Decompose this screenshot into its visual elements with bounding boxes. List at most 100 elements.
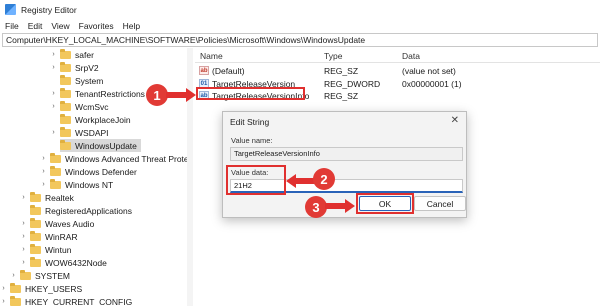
annotation-arrow-icon bbox=[325, 199, 355, 213]
tree-item[interactable]: › SYSTEM bbox=[10, 269, 70, 282]
column-header-type[interactable]: Type bbox=[324, 51, 342, 61]
value-data: 0x00000001 (1) bbox=[402, 79, 462, 89]
chevron-right-icon[interactable]: › bbox=[0, 297, 7, 306]
folder-icon bbox=[60, 74, 71, 85]
folder-icon bbox=[60, 87, 71, 98]
close-icon[interactable]: ✕ bbox=[451, 115, 459, 126]
folder-icon bbox=[60, 61, 71, 72]
chevron-right-icon[interactable]: › bbox=[20, 232, 27, 241]
value-row[interactable]: ab (Default) REG_SZ (value not set) bbox=[195, 64, 600, 77]
folder-icon bbox=[10, 282, 21, 293]
column-header-name[interactable]: Name bbox=[200, 51, 223, 61]
folder-icon bbox=[50, 165, 61, 176]
value-name-label: Value name: bbox=[231, 136, 273, 145]
chevron-right-icon[interactable]: › bbox=[50, 89, 57, 98]
folder-icon bbox=[50, 178, 61, 189]
tree-item[interactable]: › WcmSvc bbox=[50, 100, 109, 113]
chevron-right-icon[interactable]: › bbox=[40, 167, 47, 176]
tree-item-label: TenantRestrictions bbox=[75, 88, 145, 99]
menu-view[interactable]: View bbox=[51, 21, 69, 31]
tree-item-label: WOW6432Node bbox=[45, 257, 107, 268]
tree-item[interactable]: WorkplaceJoin bbox=[60, 113, 131, 126]
tree-item-label: HKEY_CURRENT_CONFIG bbox=[25, 296, 133, 306]
tree-item[interactable]: › Wintun bbox=[20, 243, 71, 256]
chevron-right-icon[interactable]: › bbox=[0, 284, 7, 293]
chevron-right-icon[interactable]: › bbox=[20, 245, 27, 254]
chevron-right-icon[interactable]: › bbox=[20, 258, 27, 267]
menu-favorites[interactable]: Favorites bbox=[79, 21, 114, 31]
value-name: (Default) bbox=[212, 66, 245, 76]
tree-item-label: WindowsUpdate bbox=[75, 140, 137, 151]
values-list-header: Name Type Data bbox=[195, 48, 600, 63]
registry-editor-icon bbox=[5, 4, 16, 15]
tree-item-label: HKEY_USERS bbox=[25, 283, 83, 294]
folder-icon bbox=[30, 256, 41, 267]
chevron-right-icon[interactable]: › bbox=[50, 63, 57, 72]
menu-edit[interactable]: Edit bbox=[28, 21, 43, 31]
address-bar[interactable]: Computer\HKEY_LOCAL_MACHINE\SOFTWARE\Pol… bbox=[2, 33, 598, 47]
folder-icon bbox=[30, 243, 41, 254]
tree-item[interactable]: › HKEY_CURRENT_CONFIG bbox=[0, 295, 132, 306]
chevron-right-icon[interactable]: › bbox=[40, 180, 47, 189]
chevron-right-icon[interactable]: › bbox=[20, 193, 27, 202]
annotation-arrow-icon bbox=[166, 88, 196, 102]
chevron-right-icon[interactable]: › bbox=[50, 50, 57, 59]
folder-icon bbox=[30, 191, 41, 202]
window-title: Registry Editor bbox=[21, 4, 77, 15]
value-type: REG_DWORD bbox=[324, 79, 381, 89]
folder-icon bbox=[60, 113, 71, 124]
chevron-right-icon[interactable]: › bbox=[50, 128, 57, 137]
menu-help[interactable]: Help bbox=[123, 21, 140, 31]
folder-icon bbox=[60, 139, 71, 150]
tree-item-label: Windows NT bbox=[65, 179, 114, 190]
folder-icon bbox=[50, 152, 61, 163]
tree-item-label: Wintun bbox=[45, 244, 72, 255]
tree-item[interactable]: › Waves Audio bbox=[20, 217, 94, 230]
chevron-right-icon[interactable]: › bbox=[20, 219, 27, 228]
tree-item[interactable]: › TenantRestrictions bbox=[50, 87, 145, 100]
tree-item-label: SYSTEM bbox=[35, 270, 70, 281]
tree-item[interactable]: › SrpV2 bbox=[50, 61, 99, 74]
tree-item-label: WSDAPI bbox=[75, 127, 109, 138]
folder-icon bbox=[30, 217, 41, 228]
menu-bar: File Edit View Favorites Help bbox=[0, 19, 600, 33]
tree-item-label: WcmSvc bbox=[75, 101, 109, 112]
string-value-icon: ab bbox=[199, 66, 209, 75]
tree-item[interactable]: System bbox=[60, 74, 103, 87]
chevron-right-icon[interactable]: › bbox=[10, 271, 17, 280]
tree-item[interactable]: › WSDAPI bbox=[50, 126, 109, 139]
column-header-data[interactable]: Data bbox=[402, 51, 420, 61]
tree-item-label: WorkplaceJoin bbox=[75, 114, 131, 125]
tree-item[interactable]: › WinRAR bbox=[20, 230, 78, 243]
folder-icon bbox=[60, 126, 71, 137]
tree-item-label: WinRAR bbox=[45, 231, 78, 242]
tree-item-label: Windows Advanced Threat Protec bbox=[65, 153, 193, 164]
cancel-button[interactable]: Cancel bbox=[414, 196, 466, 211]
value-type: REG_SZ bbox=[324, 91, 359, 101]
tree-item[interactable]: › safer bbox=[50, 48, 94, 61]
tree-item[interactable]: › Windows Defender bbox=[40, 165, 137, 178]
tree-item[interactable]: › Realtek bbox=[20, 191, 74, 204]
tree-item-selected[interactable]: WindowsUpdate bbox=[60, 139, 141, 152]
annotation-highlight-box bbox=[356, 193, 414, 214]
folder-icon bbox=[60, 48, 71, 59]
value-name-field: TargetReleaseVersionInfo bbox=[230, 147, 463, 161]
tree-item-label: Windows Defender bbox=[65, 166, 137, 177]
tree-item[interactable]: › WOW6432Node bbox=[20, 256, 107, 269]
tree-item-label: SrpV2 bbox=[75, 62, 99, 73]
tree-item-label: safer bbox=[75, 49, 94, 60]
tree-item[interactable]: › HKEY_USERS bbox=[0, 282, 82, 295]
tree-item[interactable]: RegisteredApplications bbox=[30, 204, 132, 217]
tree-item-label: RegisteredApplications bbox=[45, 205, 132, 216]
tree-item[interactable]: › Windows Advanced Threat Protec bbox=[40, 152, 193, 165]
chevron-right-icon[interactable]: › bbox=[40, 154, 47, 163]
value-type: REG_SZ bbox=[324, 66, 359, 76]
step-badge-3: 3 bbox=[305, 196, 327, 218]
chevron-right-icon[interactable]: › bbox=[50, 102, 57, 111]
menu-file[interactable]: File bbox=[5, 21, 19, 31]
tree-item-label: Realtek bbox=[45, 192, 74, 203]
tree-item-label: System bbox=[75, 75, 104, 86]
tree-item[interactable]: › Windows NT bbox=[40, 178, 113, 191]
annotation-highlight-box bbox=[226, 165, 286, 195]
tree-item-label: Waves Audio bbox=[45, 218, 95, 229]
